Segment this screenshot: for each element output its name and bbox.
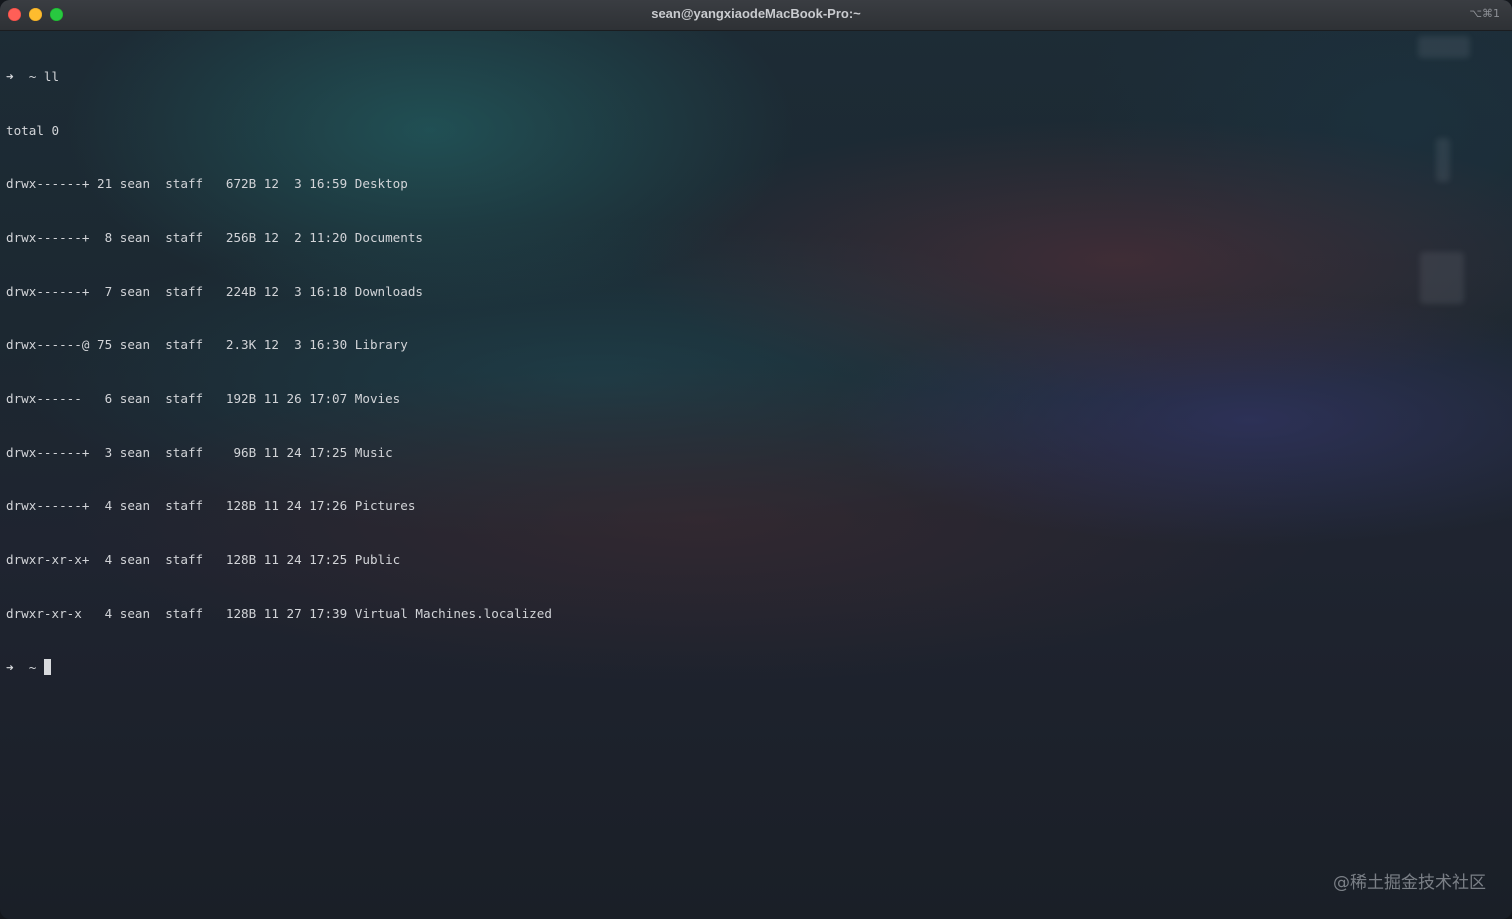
listing-row: drwx------ 6 sean staff 192B 11 26 17:07… [6,391,401,407]
prompt-arrow-icon: ➜ [6,68,14,84]
total-line: total 0 [6,122,60,138]
window-shortcut: ⌥⌘1 [1469,7,1500,20]
listing-row: drwx------+ 4 sean staff 128B 11 24 17:2… [6,498,416,514]
listing-row: drwxr-xr-x+ 4 sean staff 128B 11 24 17:2… [6,552,401,568]
listing-row: drwxr-xr-x 4 sean staff 128B 11 27 17:39… [6,605,552,621]
window-title: sean@yangxiaodeMacBook-Pro:~ [651,6,861,21]
listing-row: drwx------+ 7 sean staff 224B 12 3 16:18… [6,283,424,299]
watermark: @稀土掘金技术社区 [1333,873,1486,893]
command-text: ~ ll [13,68,60,84]
command-line: ➜ ~ ll [6,68,1502,86]
terminal-window: sean@yangxiaodeMacBook-Pro:~ ⌥⌘1 ➜ ~ ll … [0,0,1512,919]
terminal-output[interactable]: ➜ ~ ll total 0 drwx------+ 21 sean staff… [6,32,1502,712]
listing-row: drwx------+ 3 sean staff 96B 11 24 17:25… [6,444,393,460]
prompt-text: ~ [13,659,44,675]
text-cursor [43,658,51,675]
listing-row: drwx------+ 21 sean staff 672B 12 3 16:5… [6,176,408,192]
current-prompt-line[interactable]: ➜ ~ [6,658,1502,677]
title-bar[interactable]: sean@yangxiaodeMacBook-Pro:~ ⌥⌘1 [0,0,1512,31]
listing-row: drwx------@ 75 sean staff 2.3K 12 3 16:3… [6,337,408,353]
listing-row: drwx------+ 8 sean staff 256B 12 2 11:20… [6,229,424,245]
prompt-arrow-icon: ➜ [6,659,14,675]
